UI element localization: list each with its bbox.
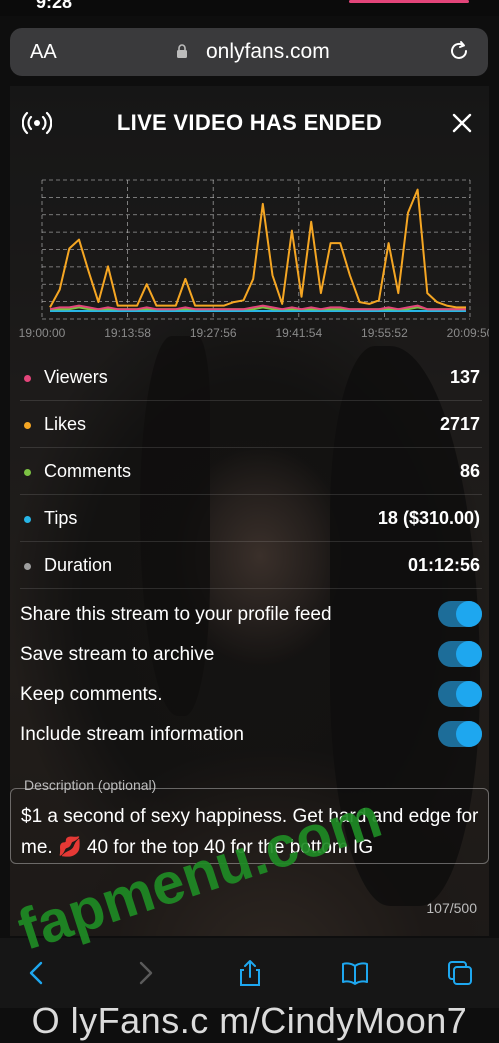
- stats-chart: 19:00:00 19:13:58 19:27:56 19:41:54 19:55:52…: [19, 179, 489, 340]
- series-line: [49, 188, 466, 309]
- modal-title: LIVE VIDEO HAS ENDED: [116, 110, 383, 135]
- option-label: Include stream information: [20, 724, 244, 745]
- stat-row-comments: Comments 86: [20, 448, 482, 495]
- back-icon[interactable]: [22, 958, 52, 988]
- x-tick-label: 19:00:00: [19, 326, 66, 340]
- toggle-knob: [456, 641, 482, 667]
- stat-dot: [24, 469, 31, 476]
- stat-dot: [24, 563, 31, 570]
- option-toggle[interactable]: [438, 601, 482, 627]
- description-label: Description (optional): [24, 777, 157, 793]
- stat-row-likes: Likes 2717: [20, 401, 482, 448]
- status-indicator: [349, 0, 469, 3]
- x-tick-label: 20:09:50: [447, 326, 489, 340]
- stat-label: Likes: [44, 414, 87, 434]
- x-tick-label: 19:55:52: [361, 326, 408, 340]
- description-counter: 107/500: [426, 900, 477, 916]
- x-tick-label: 19:27:56: [190, 326, 237, 340]
- stats-list: Viewers 137 Likes 2717 Comments 86 Tips 18 ($31…: [20, 354, 482, 589]
- close-icon[interactable]: [451, 112, 473, 134]
- option-toggle[interactable]: [438, 681, 482, 707]
- x-tick-label: 19:13:58: [104, 326, 151, 340]
- option-toggle[interactable]: [438, 721, 482, 747]
- bookmarks-icon[interactable]: [340, 958, 370, 988]
- forward-icon[interactable]: [130, 958, 160, 988]
- tabs-icon[interactable]: [445, 958, 475, 988]
- status-time: 9:28: [36, 0, 73, 12]
- toggle-knob: [456, 681, 482, 707]
- lock-icon: [177, 44, 187, 58]
- stat-value: 01:12:56: [407, 555, 480, 575]
- share-icon[interactable]: [235, 958, 265, 988]
- x-tick-label: 19:41:54: [275, 326, 322, 340]
- option-label: Keep comments.: [20, 684, 163, 705]
- status-bar: 9:28: [0, 0, 499, 16]
- option-row: Share this stream to your profile feed: [20, 596, 484, 636]
- option-label: Save stream to archive: [20, 644, 215, 665]
- url-domain[interactable]: onlyfans.com: [206, 40, 330, 64]
- stat-dot: [24, 422, 31, 429]
- address-bar[interactable]: AA onlyfans.com: [10, 28, 488, 76]
- option-row: Save stream to archive: [20, 636, 484, 676]
- stream-ended-modal: LIVE VIDEO HAS ENDED 19:00:00 19:13:58 19:…: [10, 86, 489, 936]
- toggle-knob: [456, 721, 482, 747]
- stat-row-duration: Duration 01:12:56: [20, 542, 482, 589]
- stat-value: 18 ($310.00): [377, 508, 480, 528]
- stat-row-viewers: Viewers 137: [20, 354, 482, 401]
- stat-row-tips: Tips 18 ($310.00): [20, 495, 482, 542]
- stat-dot: [24, 375, 31, 382]
- stat-label: Tips: [44, 508, 78, 528]
- stat-dot: [24, 516, 31, 523]
- option-toggle[interactable]: [438, 641, 482, 667]
- stat-label: Comments: [44, 461, 132, 481]
- option-row: Include stream information: [20, 716, 484, 756]
- stat-value: 137: [449, 367, 480, 387]
- stream-options: Share this stream to your profile feed Sa…: [20, 596, 484, 756]
- option-row: Keep comments.: [20, 676, 484, 716]
- reload-icon[interactable]: [448, 40, 470, 62]
- stat-value: 2717: [439, 414, 480, 434]
- creator-watermark: O lyFans.c m/CindyMoon7: [31, 1000, 468, 1041]
- stat-label: Duration: [44, 555, 113, 575]
- text-size-button[interactable]: AA: [30, 41, 57, 64]
- toggle-knob: [456, 601, 482, 627]
- option-label: Share this stream to your profile feed: [20, 604, 332, 625]
- stat-value: 86: [459, 461, 480, 481]
- stat-label: Viewers: [44, 367, 108, 387]
